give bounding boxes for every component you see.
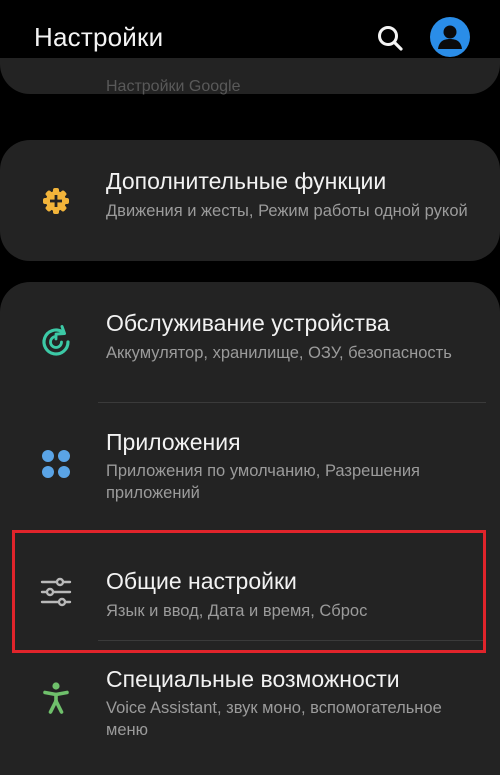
accessibility-icon: [38, 680, 74, 716]
item-subtitle: Приложения по умолчанию, Разрешения прил…: [106, 462, 420, 502]
person-icon: [438, 25, 462, 49]
item-title: Общие настройки: [106, 568, 297, 594]
item-subtitle: Язык и ввод, Дата и время, Сброс: [106, 602, 368, 620]
sliders-icon: [38, 574, 74, 610]
page-title: Настройки: [34, 22, 164, 52]
divider: [98, 640, 486, 641]
item-title: Дополнительные функции: [106, 168, 387, 194]
settings-item-accessibility[interactable]: Специальные возможности Voice Assistant,…: [0, 642, 500, 775]
item-title: Обслуживание устройства: [106, 310, 390, 336]
settings-card-device: Обслуживание устройства Аккумулятор, хра…: [0, 282, 500, 775]
google-settings-subtitle: Настройки Google: [106, 78, 241, 95]
settings-card-google[interactable]: Настройки Google: [0, 58, 500, 95]
search-button[interactable]: [372, 20, 408, 56]
apps-icon: [38, 446, 74, 482]
settings-item-device-care[interactable]: Обслуживание устройства Аккумулятор, хра…: [0, 282, 500, 400]
item-subtitle: Voice Assistant, звук моно, вспомогатель…: [106, 699, 442, 739]
search-icon: [378, 26, 403, 51]
plus-gear-icon: [38, 183, 74, 219]
settings-item-advanced-features[interactable]: Дополнительные функции Движения и жесты,…: [0, 140, 500, 261]
item-subtitle: Аккумулятор, хранилище, ОЗУ, безопасност…: [106, 344, 452, 362]
item-title: Специальные возможности: [106, 666, 400, 692]
settings-item-apps[interactable]: Приложения Приложения по умолчанию, Разр…: [0, 403, 500, 522]
item-subtitle: Движения и жесты, Режим работы одной рук…: [106, 202, 468, 220]
item-title: Приложения: [106, 429, 241, 455]
account-avatar-button[interactable]: [430, 17, 470, 57]
settings-item-general-management[interactable]: Общие настройки Язык и ввод, Дата и врем…: [0, 534, 500, 639]
device-care-icon: [38, 324, 74, 360]
settings-card-advanced: Дополнительные функции Движения и жесты,…: [0, 140, 500, 261]
